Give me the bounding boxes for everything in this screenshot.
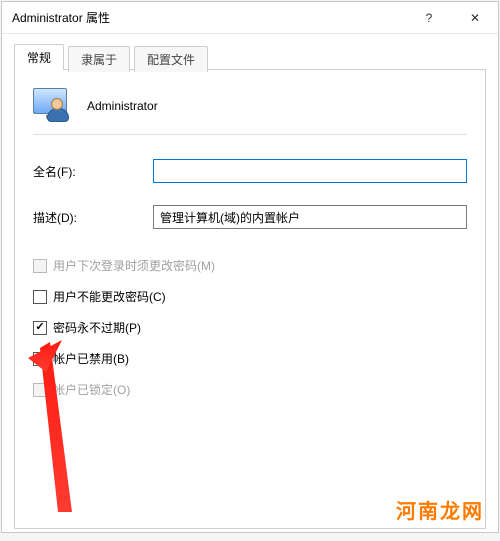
check-must-change-password: 用户下次登录时须更改密码(M)	[33, 257, 467, 274]
tabstrip: 常规 隶属于 配置文件	[14, 44, 486, 70]
checkbox-icon	[33, 259, 47, 273]
check-label: 用户下次登录时须更改密码(M)	[53, 257, 215, 274]
titlebar: Administrator 属性 ? ✕	[2, 2, 498, 34]
watermark-text: 河南龙网	[396, 495, 484, 524]
tab-general-label: 常规	[27, 51, 51, 65]
close-icon: ✕	[470, 11, 480, 25]
close-button[interactable]: ✕	[452, 2, 498, 34]
check-label: 帐户已锁定(O)	[53, 381, 130, 398]
checkbox-checked-icon	[33, 321, 47, 335]
description-input[interactable]	[153, 205, 467, 229]
checkbox-icon	[33, 290, 47, 304]
account-username: Administrator	[87, 99, 158, 113]
fullname-label: 全名(F):	[33, 163, 153, 180]
tab-profile[interactable]: 配置文件	[134, 46, 208, 72]
description-row: 描述(D):	[33, 205, 467, 229]
checkbox-icon	[33, 352, 47, 366]
check-label: 帐户已禁用(B)	[53, 350, 129, 367]
tab-panel-general: Administrator 全名(F): 描述(D): 用户下次登录时须更改密码…	[14, 69, 486, 529]
fullname-input[interactable]	[153, 159, 467, 183]
user-account-icon	[33, 88, 69, 124]
help-icon: ?	[426, 11, 433, 25]
check-label: 用户不能更改密码(C)	[53, 288, 166, 305]
checkbox-icon	[33, 383, 47, 397]
tab-general[interactable]: 常规	[14, 44, 64, 70]
help-button[interactable]: ?	[406, 2, 452, 34]
window-title: Administrator 属性	[12, 9, 406, 26]
fullname-row: 全名(F):	[33, 159, 467, 183]
check-password-never-expires[interactable]: 密码永不过期(P)	[33, 319, 467, 336]
check-account-locked: 帐户已锁定(O)	[33, 381, 467, 398]
check-account-disabled[interactable]: 帐户已禁用(B)	[33, 350, 467, 367]
dialog-content: 常规 隶属于 配置文件 Administrator 全名(F):	[2, 34, 498, 541]
tab-profile-label: 配置文件	[147, 53, 195, 67]
tab-member-of-label: 隶属于	[81, 53, 117, 67]
tab-member-of[interactable]: 隶属于	[68, 46, 130, 72]
account-header: Administrator	[33, 88, 467, 124]
check-label: 密码永不过期(P)	[53, 319, 141, 336]
description-label: 描述(D):	[33, 209, 153, 226]
check-cannot-change-password[interactable]: 用户不能更改密码(C)	[33, 288, 467, 305]
options-group: 用户下次登录时须更改密码(M) 用户不能更改密码(C) 密码永不过期(P) 帐户…	[33, 257, 467, 398]
properties-dialog: Administrator 属性 ? ✕ 常规 隶属于 配置文件	[1, 1, 499, 533]
divider	[33, 134, 467, 135]
